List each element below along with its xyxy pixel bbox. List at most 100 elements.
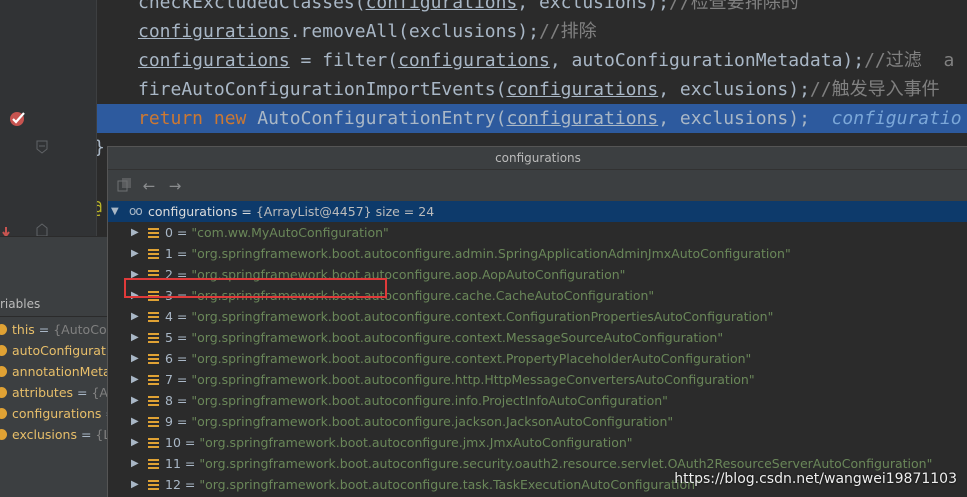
variables-tab-label: riables	[0, 297, 41, 311]
expand-arrow-icon[interactable]: ▶	[131, 432, 139, 453]
item-index: 9	[165, 414, 173, 429]
variable-name: exclusions	[12, 427, 77, 442]
list-element-icon	[148, 417, 159, 427]
breakpoint-checked-icon[interactable]	[8, 108, 28, 132]
popup-title: configurations	[108, 147, 967, 170]
highlight-box	[124, 278, 387, 298]
code-token: configurations	[138, 50, 290, 71]
expand-arrow-icon[interactable]: ▶	[131, 327, 139, 348]
root-name: configurations	[148, 204, 238, 219]
list-element-icon	[148, 228, 159, 238]
collapse-arrow-icon[interactable]: ▼	[111, 201, 119, 222]
item-index: 10	[165, 435, 181, 450]
expand-arrow-icon[interactable]: ▶	[131, 222, 139, 243]
item-value: "org.springframework.boot.autoconfigure.…	[199, 435, 633, 450]
code-token: = filter(	[289, 50, 399, 71]
editor-gutter	[0, 0, 97, 238]
item-value: "com.ww.MyAutoConfiguration"	[191, 225, 389, 240]
item-index: 1	[165, 246, 173, 261]
tree-item-row[interactable]: ▶ 8 = "org.springframework.boot.autoconfi…	[108, 390, 967, 411]
code-line-fire[interactable]: fireAutoConfigurationImportEvents(config…	[138, 75, 940, 104]
code-token: , exclusions);	[517, 0, 670, 13]
code-line-check[interactable]: checkExcludedClasses(configurations, exc…	[138, 0, 799, 17]
tree-item-row[interactable]: ▶ 1 = "org.springframework.boot.autoconfi…	[108, 243, 967, 264]
code-line-close[interactable]: }	[97, 133, 105, 162]
code-line-filter[interactable]: configurations = filter(configurations, …	[138, 46, 954, 75]
tree-item-row[interactable]: ▶ 4 = "org.springframework.boot.autoconfi…	[108, 306, 967, 327]
item-index: 5	[165, 330, 173, 345]
tree-item-row[interactable]: ▶ 0 = "com.ww.MyAutoConfiguration"	[108, 222, 967, 243]
variables-tab[interactable]: riables	[0, 293, 107, 317]
tree-item-row[interactable]: ▶ 6 = "org.springframework.boot.autoconfi…	[108, 348, 967, 369]
root-size: size = 24	[371, 204, 435, 219]
item-index: 0	[165, 225, 173, 240]
item-value: "org.springframework.boot.autoconfigure.…	[191, 330, 724, 345]
list-element-icon	[148, 480, 159, 490]
variable-row[interactable]: configurations =	[0, 403, 107, 424]
tree-item-row[interactable]: ▶ 9 = "org.springframework.boot.autoconfi…	[108, 411, 967, 432]
variable-name: autoConfiguratio	[12, 343, 107, 358]
expand-arrow-icon[interactable]: ▶	[131, 306, 139, 327]
list-element-icon	[148, 249, 159, 259]
code-token: //检查要排除的	[669, 0, 799, 13]
expand-arrow-icon[interactable]: ▶	[131, 390, 139, 411]
list-element-icon	[148, 459, 159, 469]
code-token: configuratio	[831, 108, 962, 129]
item-index: 4	[165, 309, 173, 324]
expand-arrow-icon[interactable]: ▶	[131, 474, 139, 495]
tree-item-row[interactable]: ▶ 5 = "org.springframework.boot.autoconfi…	[108, 327, 967, 348]
popup-toolbar: ← →	[108, 171, 967, 201]
variable-row[interactable]: attributes = {Ann	[0, 382, 107, 403]
copy-icon[interactable]	[116, 177, 134, 195]
tree-item-row[interactable]: ▶ 7 = "org.springframework.boot.autoconfi…	[108, 369, 967, 390]
code-token: configurations	[506, 79, 659, 100]
root-value: {ArrayList@4457}	[255, 204, 372, 219]
fold-marker-icon[interactable]	[36, 139, 48, 158]
field-icon	[0, 408, 7, 419]
expand-arrow-icon[interactable]: ▶	[131, 348, 139, 369]
annotation-mark: @	[97, 193, 102, 222]
field-icon	[0, 366, 7, 377]
variable-row[interactable]: annotationMetad	[0, 361, 107, 382]
watermark: https://blog.csdn.net/wangwei19871103	[674, 471, 957, 487]
item-value: "org.springframework.boot.autoconfigure.…	[191, 309, 774, 324]
item-value: "org.springframework.boot.autoconfigure.…	[191, 372, 755, 387]
variable-row[interactable]: exclusions = {Lin	[0, 424, 107, 445]
code-line-return[interactable]: return new AutoConfigurationEntry(config…	[138, 104, 962, 133]
variable-row[interactable]: this = {AutoConf	[0, 319, 107, 340]
value-tree: ▼ oo configurations = {ArrayList@4457} s…	[108, 201, 967, 497]
tree-item-row[interactable]: ▶ 10 = "org.springframework.boot.autoconf…	[108, 432, 967, 453]
variable-row[interactable]: autoConfiguratio	[0, 340, 107, 361]
code-token: , exclusions);	[658, 108, 832, 129]
field-icon	[0, 387, 7, 398]
field-icon	[0, 429, 7, 440]
code-token: //触发导入事件	[809, 79, 940, 100]
variable-name: configurations	[12, 406, 102, 421]
forward-arrow-icon[interactable]: →	[166, 177, 184, 195]
variable-value: {AutoConf	[53, 322, 107, 337]
variable-name: attributes	[12, 385, 74, 400]
expand-arrow-icon[interactable]: ▶	[131, 411, 139, 432]
back-arrow-icon[interactable]: ←	[140, 177, 158, 195]
code-token: return	[138, 108, 204, 129]
expand-arrow-icon[interactable]: ▶	[131, 453, 139, 474]
code-token: checkExcludedClasses(	[138, 0, 366, 13]
code-line-remove[interactable]: configurations.removeAll(exclusions);//排…	[138, 17, 597, 46]
code-token: fireAutoConfigurationImportEvents(	[138, 79, 507, 100]
expand-arrow-icon[interactable]: ▶	[131, 243, 139, 264]
field-icon	[0, 324, 7, 335]
value-popup: configurations ← → ▼ oo configurations =…	[107, 146, 967, 497]
tree-root-row[interactable]: ▼ oo configurations = {ArrayList@4457} s…	[108, 201, 967, 222]
code-token: configurations	[398, 50, 550, 71]
item-value: "org.springframework.boot.autoconfigure.…	[199, 456, 933, 471]
list-element-icon	[148, 438, 159, 448]
item-value: "org.springframework.boot.autoconfigure.…	[199, 477, 701, 492]
variable-name: this	[12, 322, 35, 337]
code-token: configurations	[506, 108, 659, 129]
object-icon: oo	[129, 204, 143, 218]
item-value: "org.springframework.boot.autoconfigure.…	[191, 351, 752, 366]
code-token: , exclusions);	[658, 79, 810, 100]
expand-arrow-icon[interactable]: ▶	[131, 369, 139, 390]
item-index: 11	[165, 456, 181, 471]
